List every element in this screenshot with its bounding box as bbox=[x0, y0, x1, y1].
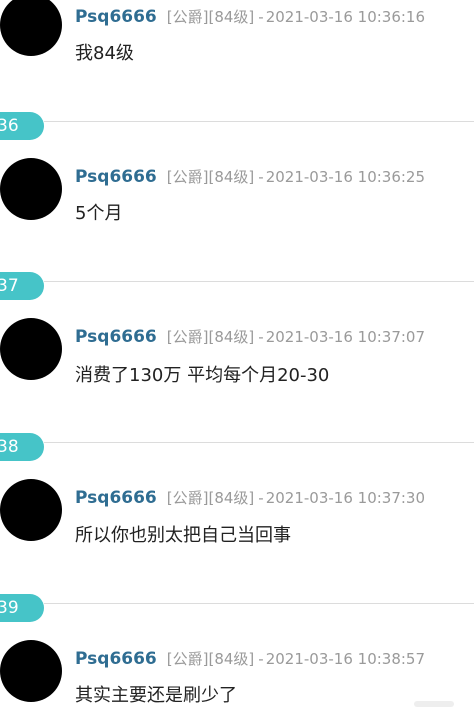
level-tag: [84级] bbox=[208, 650, 255, 668]
comment-text: 5个月 bbox=[75, 203, 123, 224]
title-tag: [公爵] bbox=[166, 328, 209, 346]
title-tag: [公爵] bbox=[166, 168, 209, 186]
avatar[interactable] bbox=[0, 479, 62, 541]
timestamp: 2021-03-16 10:36:25 bbox=[265, 168, 426, 186]
meta-separator: - bbox=[258, 489, 264, 507]
username-link[interactable]: Psq6666 bbox=[75, 7, 157, 27]
comment-feed: Psq6666 [公爵][84级] -2021-03-16 10:36:16 我84… bbox=[0, 0, 474, 717]
comment-item: Psq6666 [公爵][84级] -2021-03-16 10:37:07 消费了… bbox=[0, 318, 474, 430]
floor-number-badge: 37 bbox=[0, 272, 44, 300]
username-link[interactable]: Psq6666 bbox=[75, 649, 157, 669]
title-tag: [公爵] bbox=[166, 650, 209, 668]
floor-number-badge: 36 bbox=[0, 112, 44, 140]
avatar[interactable] bbox=[0, 318, 62, 380]
comment-meta: Psq6666 [公爵][84级] -2021-03-16 10:38:57 bbox=[75, 649, 425, 669]
comment-item: Psq6666 [公爵][84级] -2021-03-16 10:37:30 所以你… bbox=[0, 479, 474, 591]
comment-item: Psq6666 [公爵][84级] -2021-03-16 10:38:57 其实主… bbox=[0, 640, 474, 717]
timestamp: 2021-03-16 10:37:30 bbox=[265, 489, 426, 507]
comment-meta: Psq6666 [公爵][84级] -2021-03-16 10:36:16 bbox=[75, 7, 425, 27]
comment-meta: Psq6666 [公爵][84级] -2021-03-16 10:36:25 bbox=[75, 167, 425, 187]
floor-number-badge: 38 bbox=[0, 433, 44, 461]
avatar[interactable] bbox=[0, 158, 62, 220]
comment-meta: Psq6666 [公爵][84级] -2021-03-16 10:37:30 bbox=[75, 488, 425, 508]
comment-text: 我84级 bbox=[75, 43, 134, 64]
title-tag: [公爵] bbox=[166, 8, 209, 26]
floor-divider: 36 bbox=[0, 112, 474, 142]
comment-text: 消费了130万 平均每个月20-30 bbox=[75, 365, 330, 386]
floor-divider: 37 bbox=[0, 272, 474, 302]
comment-meta: Psq6666 [公爵][84级] -2021-03-16 10:37:07 bbox=[75, 327, 425, 347]
level-tag: [84级] bbox=[208, 168, 255, 186]
level-tag: [84级] bbox=[208, 8, 255, 26]
comment-text: 其实主要还是刷少了 bbox=[75, 685, 237, 706]
floor-divider: 38 bbox=[0, 433, 474, 463]
timestamp: 2021-03-16 10:38:57 bbox=[265, 650, 426, 668]
avatar[interactable] bbox=[0, 0, 62, 56]
username-link[interactable]: Psq6666 bbox=[75, 327, 157, 347]
level-tag: [84级] bbox=[208, 489, 255, 507]
timestamp: 2021-03-16 10:36:16 bbox=[265, 8, 426, 26]
username-link[interactable]: Psq6666 bbox=[75, 488, 157, 508]
timestamp: 2021-03-16 10:37:07 bbox=[265, 328, 426, 346]
divider-line bbox=[44, 603, 474, 604]
meta-separator: - bbox=[258, 8, 264, 26]
comment-text: 所以你也别太把自己当回事 bbox=[75, 525, 291, 546]
meta-separator: - bbox=[258, 650, 264, 668]
meta-separator: - bbox=[258, 168, 264, 186]
comment-item: Psq6666 [公爵][84级] -2021-03-16 10:36:16 我84… bbox=[0, 0, 474, 110]
divider-line bbox=[44, 442, 474, 443]
divider-line bbox=[44, 281, 474, 282]
floor-divider: 39 bbox=[0, 594, 474, 624]
avatar[interactable] bbox=[0, 640, 62, 702]
title-tag: [公爵] bbox=[166, 489, 209, 507]
meta-separator: - bbox=[258, 328, 264, 346]
floor-number-badge: 39 bbox=[0, 594, 44, 622]
username-link[interactable]: Psq6666 bbox=[75, 167, 157, 187]
watermark bbox=[414, 701, 454, 707]
divider-line bbox=[44, 121, 474, 122]
level-tag: [84级] bbox=[208, 328, 255, 346]
comment-item: Psq6666 [公爵][84级] -2021-03-16 10:36:25 5个月 bbox=[0, 158, 474, 270]
